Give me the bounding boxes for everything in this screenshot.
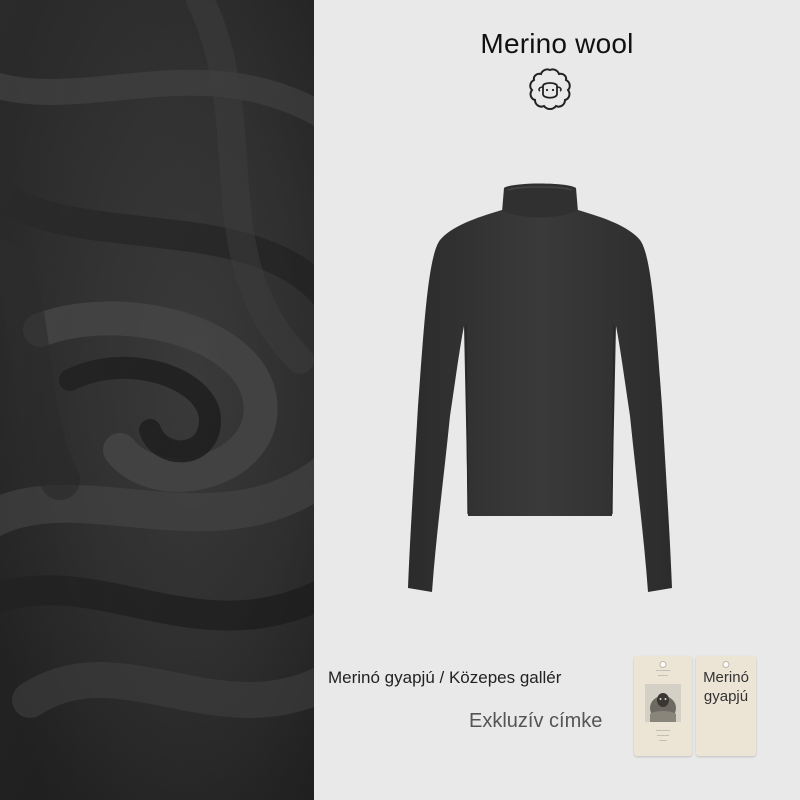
caption-material-collar: Merinó gyapjú / Közepes gallér [328,668,562,687]
hang-tag-label: Merinó gyapjú [696,656,756,756]
tag-fine-print: ────── ──── [655,668,671,678]
tag-fine-print: ────── ───── ─── [655,728,671,743]
sweater-image [408,183,672,592]
tag-hole [722,661,730,668]
tag-hole [659,661,667,668]
tag-label-line-2: gyapjú [703,688,749,705]
fabric-closeup-image [0,0,314,800]
sheep-photo [645,684,681,722]
sheep-icon [529,68,571,110]
tag-label-text: Merinó gyapjú [696,668,756,706]
product-panel: Merino wool Merinó gyapjú / Közepes gall… [314,0,800,800]
hang-tag-photo: ────── ──── ────── ───── ─── [634,656,692,756]
tag-label-line-1: Merinó [703,669,749,686]
caption-exclusive-label: Exkluzív címke [469,710,603,732]
page-title: Merino wool [480,28,634,59]
